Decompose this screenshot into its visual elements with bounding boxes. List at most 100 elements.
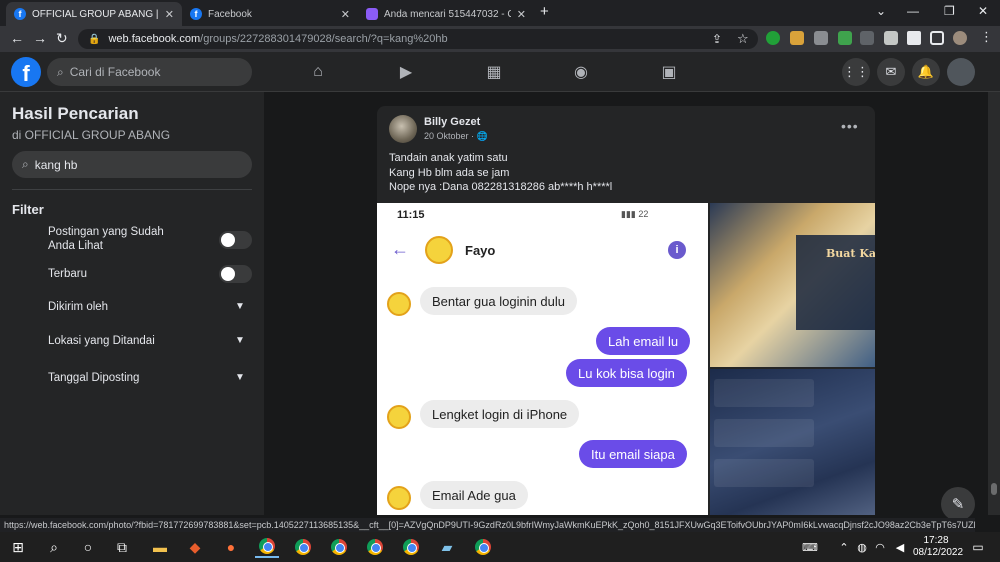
game-caption: Buat Ka — [826, 247, 875, 260]
chrome-icon[interactable] — [291, 536, 315, 558]
watch-icon[interactable]: ▶ — [395, 62, 417, 82]
new-tab-button[interactable]: + — [540, 3, 549, 20]
close-window-button[interactable]: ✕ — [978, 4, 988, 18]
filter-date-posted-label[interactable]: Tanggal Diposting — [48, 371, 139, 385]
chat-bubble-outgoing: Lu kok bisa login — [566, 359, 687, 387]
phone-status-icons: ▮▮▮ 22 — [621, 209, 649, 219]
reload-icon[interactable]: ↻ — [56, 30, 68, 47]
windows-taskbar: ⊞ ⌕ ○ ⧉ ▬ ◆ ● ▰ ⌨ ⌃ ◍ ◠ ◀ ▭ — [0, 532, 1000, 562]
extension-icon[interactable] — [790, 31, 804, 45]
messenger-icon[interactable]: ✉ — [877, 58, 905, 86]
marketplace-icon[interactable]: ▦ — [483, 62, 505, 82]
close-tab-icon[interactable]: ✕ — [165, 8, 174, 21]
gaming-icon[interactable]: ▣ — [658, 62, 680, 82]
windows-start-icon[interactable]: ⊞ — [6, 536, 30, 558]
post-timestamp[interactable]: 20 Oktober · 🌐 — [424, 131, 488, 142]
group-search-input[interactable]: ⌕ kang hb — [12, 151, 252, 178]
file-explorer-icon[interactable]: ▬ — [148, 536, 172, 558]
chevron-down-icon[interactable]: ▼ — [235, 372, 245, 383]
filter-tagged-location-label[interactable]: Lokasi yang Ditandai — [48, 334, 155, 348]
chrome-icon[interactable] — [255, 536, 279, 558]
share-icon[interactable]: ⇪ — [712, 32, 722, 46]
extension-icon[interactable] — [766, 31, 780, 45]
notification-center-icon[interactable]: ▭ — [966, 536, 990, 558]
filter-recent-toggle[interactable] — [219, 265, 252, 283]
system-clock[interactable]: 17:28 08/12/2022 — [913, 535, 963, 559]
keyboard-icon[interactable]: ⌨ — [798, 536, 822, 558]
more-options-icon[interactable]: ••• — [841, 118, 859, 134]
filter-recent-label: Terbaru — [48, 268, 87, 280]
volume-icon[interactable]: ◀ — [888, 536, 912, 558]
facebook-icon: f — [14, 8, 26, 20]
info-icon: i — [668, 241, 686, 259]
puzzle-icon[interactable] — [907, 31, 921, 45]
tab-facebook[interactable]: f Facebook ✕ — [182, 2, 358, 26]
game-stat-row — [714, 379, 814, 407]
browser-menu-icon[interactable]: ⋮ — [980, 29, 993, 45]
back-icon[interactable]: ← — [10, 30, 24, 46]
scrollbar-thumb[interactable] — [991, 483, 997, 495]
author-avatar[interactable] — [389, 115, 417, 143]
notepad-icon[interactable]: ▰ — [435, 536, 459, 558]
bookmark-star-icon[interactable]: ☆ — [737, 31, 749, 47]
app-icon[interactable]: ◆ — [183, 536, 207, 558]
tab-search-icon[interactable]: ⌄ — [876, 4, 886, 18]
home-icon[interactable]: ⌂ — [307, 62, 329, 82]
contact-avatar — [387, 292, 411, 316]
shield-extension-icon[interactable] — [814, 31, 828, 45]
tab-official-group-abang[interactable]: f OFFICIAL GROUP ABANG | Faceb ✕ — [6, 2, 182, 26]
minimize-button[interactable]: — — [907, 4, 919, 18]
extension-icon[interactable] — [838, 31, 852, 45]
groups-icon[interactable]: ◉ — [570, 62, 592, 82]
post-photo-game-stats[interactable] — [710, 369, 875, 515]
game-stat-row — [714, 419, 814, 447]
extension-icon[interactable] — [860, 31, 874, 45]
chat-bubble-outgoing: Lah email lu — [596, 327, 691, 355]
chrome-icon[interactable] — [363, 536, 387, 558]
side-panel-icon[interactable] — [930, 31, 944, 45]
tab-cekaja[interactable]: Anda mencari 515447032 - CekA ✕ — [358, 2, 534, 26]
search-icon: ⌕ — [22, 157, 29, 171]
restore-button[interactable]: ❐ — [944, 4, 955, 18]
task-view-icon[interactable]: ⧉ — [110, 536, 134, 558]
search-icon[interactable]: ⌕ — [42, 536, 66, 558]
post-photo-chat-screenshot[interactable]: 11:15 ▮▮▮ 22 ← Fayo i Bentar gua loginin… — [377, 203, 708, 515]
chevron-down-icon[interactable]: ▼ — [235, 335, 245, 346]
chrome-icon[interactable] — [327, 536, 351, 558]
extension-icon[interactable] — [884, 31, 898, 45]
divider — [12, 189, 252, 190]
facebook-search-input[interactable]: ⌕ Cari di Facebook — [47, 58, 252, 86]
cortana-icon[interactable]: ○ — [76, 536, 100, 558]
post-text-line: Nope nya :Dana 082281318286 ab****h h***… — [389, 181, 613, 193]
address-bar[interactable]: 🔒 web.facebook.com/groups/22728830147902… — [78, 29, 758, 49]
profile-avatar[interactable] — [953, 31, 967, 45]
notifications-bell-icon[interactable]: 🔔 — [912, 58, 940, 86]
chat-bubble-incoming: Bentar gua loginin dulu — [420, 287, 577, 315]
filter-heading: Filter — [12, 202, 44, 217]
chrome-icon[interactable] — [399, 536, 423, 558]
scrollbar[interactable] — [988, 92, 1000, 515]
author-name[interactable]: Billy Gezet — [424, 116, 480, 128]
browser-tab-strip: f OFFICIAL GROUP ABANG | Faceb ✕ f Faceb… — [0, 0, 1000, 26]
back-arrow-icon: ← — [391, 239, 409, 259]
forward-icon[interactable]: → — [33, 30, 47, 46]
firefox-icon[interactable]: ● — [219, 536, 243, 558]
post-card: Billy Gezet 20 Oktober · 🌐 ••• Tandain a… — [377, 106, 875, 515]
close-tab-icon[interactable]: ✕ — [341, 8, 350, 21]
chat-bubble-incoming: Lengket login di iPhone — [420, 400, 580, 428]
chrome-icon[interactable] — [471, 536, 495, 558]
menu-grid-icon[interactable]: ⋮⋮ — [842, 58, 870, 86]
game-stat-row — [714, 459, 814, 487]
post-photo-game-screenshot[interactable]: Buat Ka — [710, 203, 875, 367]
search-results-feed: Billy Gezet 20 Oktober · 🌐 ••• Tandain a… — [264, 92, 988, 515]
filter-posted-by-label[interactable]: Dikirim oleh — [48, 300, 108, 314]
new-message-button[interactable]: ✎ — [941, 487, 975, 521]
account-avatar[interactable] — [947, 58, 975, 86]
filter-seen-posts-toggle[interactable] — [219, 231, 252, 249]
page-subtitle: di OFFICIAL GROUP ABANG — [12, 128, 171, 142]
chat-bubble-outgoing: Itu email siapa — [579, 440, 687, 468]
facebook-logo[interactable]: f — [11, 57, 41, 87]
contact-avatar — [387, 405, 411, 429]
chevron-down-icon[interactable]: ▼ — [235, 301, 245, 312]
close-tab-icon[interactable]: ✕ — [517, 8, 526, 21]
